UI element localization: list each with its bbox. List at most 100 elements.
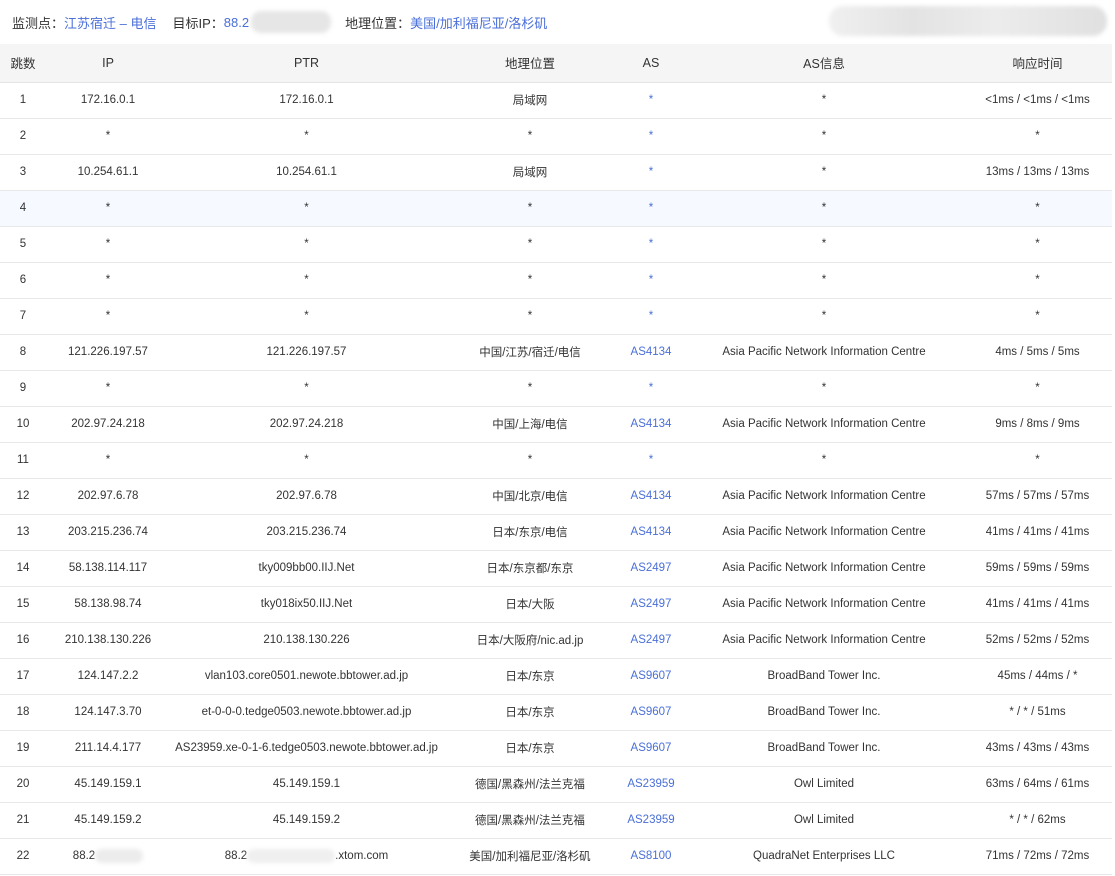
cell-geo: 日本/大阪 (443, 586, 617, 623)
table-row: 7 * * * * * * (0, 298, 1112, 335)
cell-asinfo: * (685, 154, 963, 191)
cell-ptr: et-0-0-0.tedge0503.newote.bbtower.ad.jp (170, 694, 443, 731)
cell-geo: 局域网 (443, 82, 617, 119)
cell-hop: 19 (0, 730, 46, 767)
cell-ptr: 203.215.236.74 (170, 514, 443, 551)
cell-rt: * / * / 62ms (963, 802, 1112, 839)
table-row: 15 58.138.98.74 tky018ix50.IIJ.Net 日本/大阪 AS2… (0, 586, 1112, 623)
cell-as[interactable]: AS2497 (617, 586, 685, 623)
cell-asinfo: * (685, 442, 963, 479)
cell-as[interactable]: AS2497 (617, 550, 685, 587)
table-row: 18 124.147.3.70 et-0-0-0.tedge0503.newote.… (0, 694, 1112, 731)
cell-as[interactable]: AS4134 (617, 334, 685, 371)
cell-asinfo: Owl Limited (685, 802, 963, 839)
cell-asinfo: BroadBand Tower Inc. (685, 694, 963, 731)
table-row: 20 45.149.159.1 45.149.159.1 德国/黑森州/法兰克福 AS2… (0, 766, 1112, 803)
table-row: 1 172.16.0.1 172.16.0.1 局域网 * * <1ms / <1ms / … (0, 82, 1112, 119)
monitor-value[interactable]: 江苏宿迁 – 电信 (64, 13, 156, 32)
cell-geo: 日本/东京都/东京 (443, 550, 617, 587)
cell-as[interactable]: * (617, 226, 685, 263)
cell-ptr: 45.149.159.2 (170, 802, 443, 839)
col-hop-header: 跳数 (0, 44, 46, 83)
cell-ptr: vlan103.core0501.newote.bbtower.ad.jp (170, 658, 443, 695)
cell-as[interactable]: AS8100 (617, 838, 685, 875)
redacted-ip-blur (95, 849, 144, 863)
cell-geo: * (443, 226, 617, 263)
cell-geo: 日本/东京 (443, 730, 617, 767)
col-ptr-header: PTR (170, 44, 443, 83)
cell-as[interactable]: AS9607 (617, 658, 685, 695)
cell-as[interactable]: * (617, 118, 685, 155)
table-row: 2 * * * * * * (0, 118, 1112, 155)
cell-as[interactable]: * (617, 442, 685, 479)
cell-as[interactable]: AS4134 (617, 406, 685, 443)
cell-hop: 22 (0, 838, 46, 875)
cell-hop: 20 (0, 766, 46, 803)
col-ip-header: IP (46, 44, 170, 83)
cell-asinfo: Asia Pacific Network Information Centre (685, 334, 963, 371)
cell-geo: * (443, 370, 617, 407)
cell-as[interactable]: * (617, 154, 685, 191)
traceroute-table: 跳数 IP PTR 地理位置 AS AS信息 响应时间 1 172.16.0.1 172.16.… (0, 44, 1112, 875)
cell-ptr: tky009bb00.IIJ.Net (170, 550, 443, 587)
table-row: 6 * * * * * * (0, 262, 1112, 299)
target-ip-label: 目标IP： (172, 15, 224, 31)
cell-as[interactable]: AS4134 (617, 514, 685, 551)
cell-as[interactable]: * (617, 262, 685, 299)
geo-value[interactable]: 美国/加利福尼亚/洛杉矶 (410, 13, 547, 32)
table-row: 17 124.147.2.2 vlan103.core0501.newote.bbt… (0, 658, 1112, 695)
cell-ip: 124.147.3.70 (46, 694, 170, 731)
cell-as[interactable]: AS9607 (617, 694, 685, 731)
cell-as[interactable]: AS23959 (617, 802, 685, 839)
cell-ptr: 121.226.197.57 (170, 334, 443, 371)
cell-as[interactable]: AS9607 (617, 730, 685, 767)
cell-geo: 日本/东京/电信 (443, 514, 617, 551)
cell-rt: * (963, 190, 1112, 227)
cell-ip: 88.2 (46, 838, 170, 875)
cell-geo: 中国/北京/电信 (443, 478, 617, 515)
cell-ptr: * (170, 190, 443, 227)
cell-asinfo: Owl Limited (685, 766, 963, 803)
cell-as[interactable]: * (617, 82, 685, 119)
cell-rt: * / * / 51ms (963, 694, 1112, 731)
cell-as[interactable]: AS23959 (617, 766, 685, 803)
cell-ptr: tky018ix50.IIJ.Net (170, 586, 443, 623)
col-as-header: AS (617, 44, 685, 83)
cell-ip: * (46, 262, 170, 299)
table-row: 5 * * * * * * (0, 226, 1112, 263)
table-row: 4 * * * * * * (0, 190, 1112, 227)
cell-ptr: * (170, 226, 443, 263)
cell-rt: 57ms / 57ms / 57ms (963, 478, 1112, 515)
cell-asinfo: BroadBand Tower Inc. (685, 658, 963, 695)
cell-ip: 10.254.61.1 (46, 154, 170, 191)
cell-asinfo: Asia Pacific Network Information Centre (685, 586, 963, 623)
cell-as[interactable]: * (617, 190, 685, 227)
cell-asinfo: * (685, 118, 963, 155)
col-asinfo-header: AS信息 (685, 44, 963, 83)
cell-hop: 1 (0, 82, 46, 119)
cell-ptr: 10.254.61.1 (170, 154, 443, 191)
cell-as[interactable]: * (617, 298, 685, 335)
cell-ptr: 210.138.130.226 (170, 622, 443, 659)
cell-ip: 45.149.159.2 (46, 802, 170, 839)
cell-rt: <1ms / <1ms / <1ms (963, 82, 1112, 119)
cell-ptr: 172.16.0.1 (170, 82, 443, 119)
cell-geo: 日本/东京 (443, 658, 617, 695)
cell-ip: 203.215.236.74 (46, 514, 170, 551)
cell-asinfo: Asia Pacific Network Information Centre (685, 478, 963, 515)
cell-as[interactable]: AS4134 (617, 478, 685, 515)
cell-asinfo: * (685, 190, 963, 227)
cell-ip: * (46, 370, 170, 407)
cell-ip: * (46, 190, 170, 227)
cell-ptr: * (170, 118, 443, 155)
table-row: 11 * * * * * * (0, 442, 1112, 479)
cell-asinfo: * (685, 82, 963, 119)
cell-as[interactable]: AS2497 (617, 622, 685, 659)
cell-geo: 美国/加利福尼亚/洛杉矶 (443, 838, 617, 875)
cell-as[interactable]: * (617, 370, 685, 407)
cell-hop: 5 (0, 226, 46, 263)
cell-ip: 172.16.0.1 (46, 82, 170, 119)
target-ip-value[interactable]: 88.2 (224, 15, 249, 30)
cell-ip: * (46, 298, 170, 335)
redacted-ip-blur (251, 11, 332, 33)
